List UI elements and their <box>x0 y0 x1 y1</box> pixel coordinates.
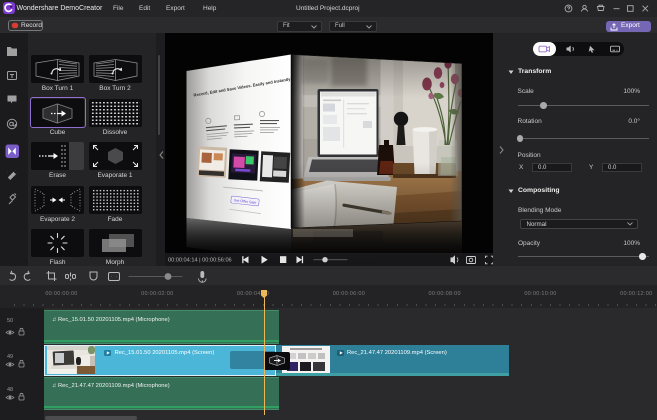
svg-text:00:00:04:14 | 00:00:56:06: 00:00:04:14 | 00:00:56:06 <box>168 257 232 263</box>
